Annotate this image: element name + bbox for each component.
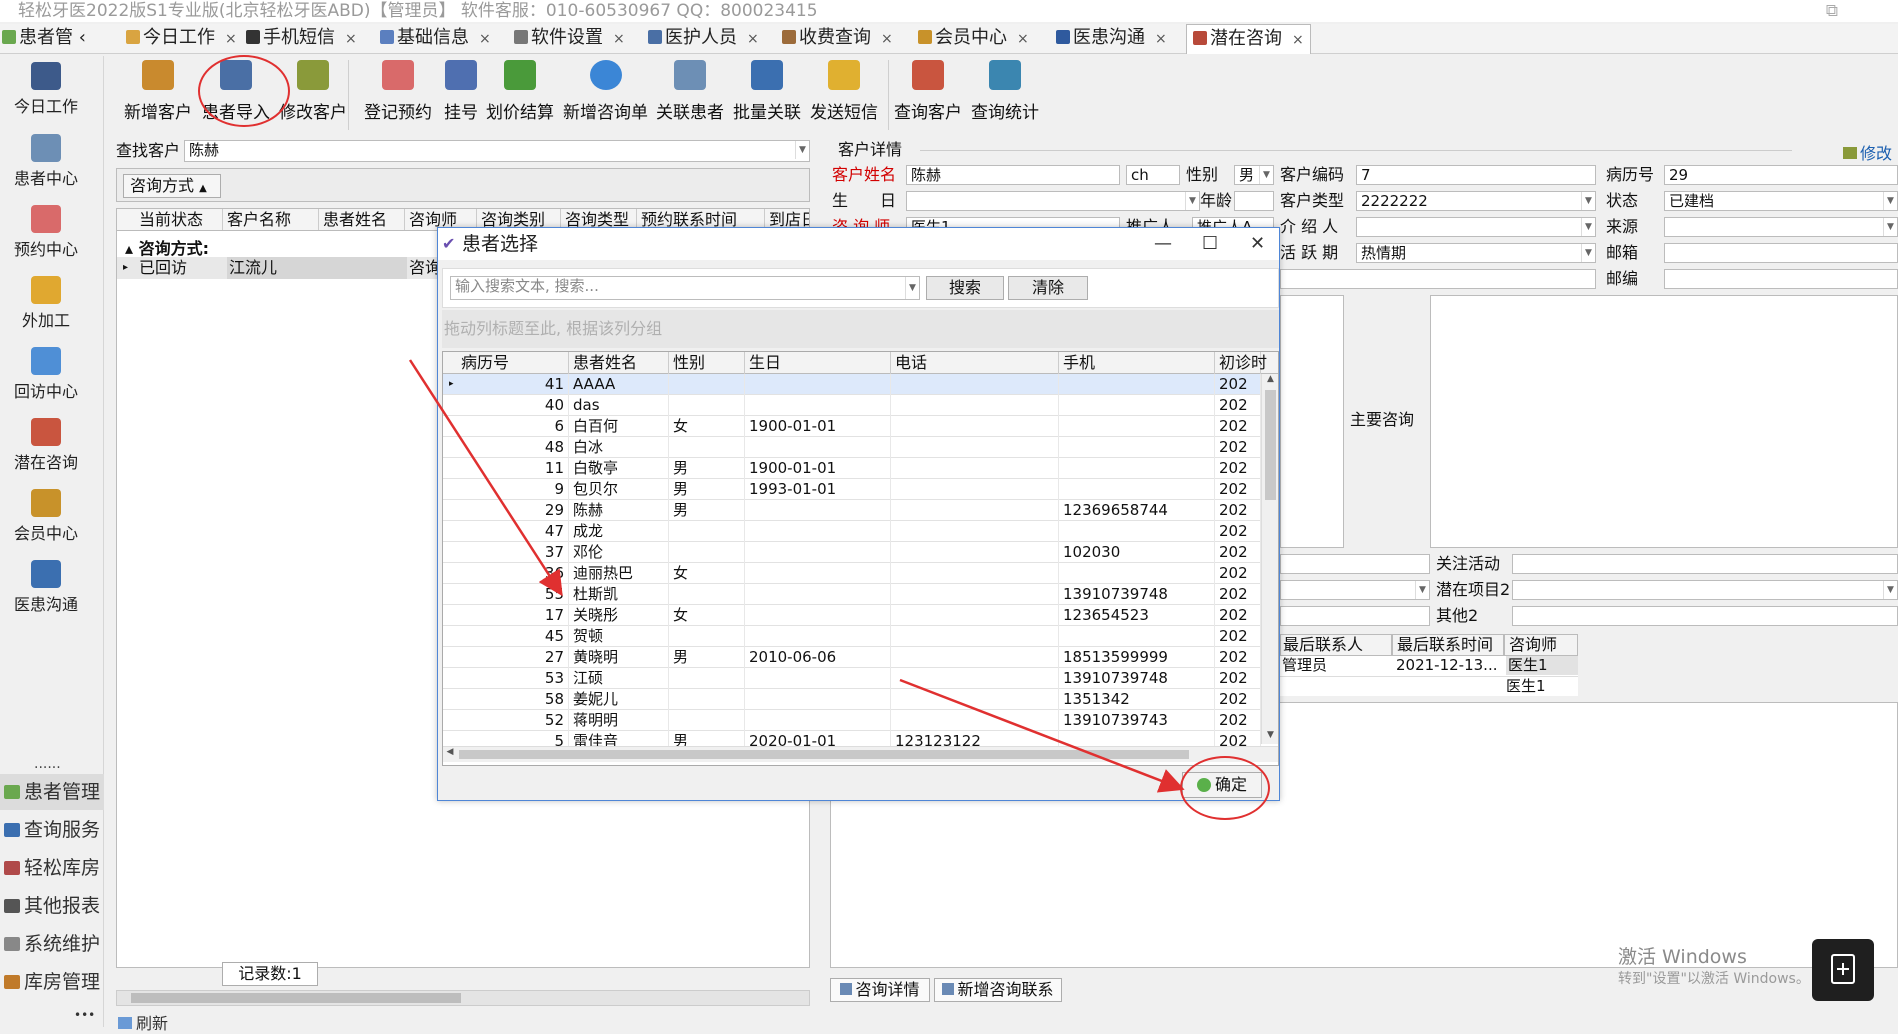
annotation-arrow-confirm: [899, 678, 1185, 793]
annotation-arrow-row: [408, 359, 563, 597]
annotation-arrows: [408, 359, 1185, 793]
